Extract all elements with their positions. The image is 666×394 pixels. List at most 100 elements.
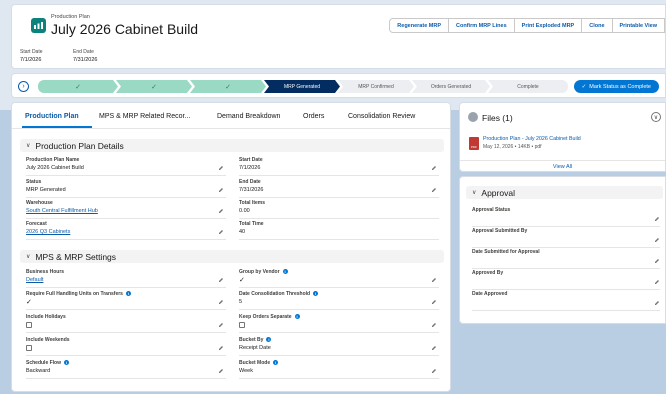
section-approval[interactable]: ∨ Approval <box>466 186 663 199</box>
view-all-link[interactable]: View All <box>460 160 665 170</box>
field-date-approved: Date Approved <box>472 291 660 311</box>
path-stage-mrp-confirmed[interactable]: MRP Confirmed <box>338 80 414 93</box>
files-title[interactable]: Files (1) <box>482 113 513 123</box>
forecast-link[interactable]: 2026 Q3 Cabinets <box>26 229 70 235</box>
edit-icon[interactable] <box>654 300 660 306</box>
edit-icon[interactable] <box>218 299 224 305</box>
edit-icon[interactable] <box>431 345 437 351</box>
tab-demand-breakdown[interactable]: Demand Breakdown <box>217 113 280 120</box>
highlight-label: End Date <box>73 49 94 55</box>
record-type-label: Production Plan <box>51 14 90 20</box>
edit-icon[interactable] <box>218 208 224 214</box>
tab-orders[interactable]: Orders <box>303 113 324 120</box>
edit-icon[interactable] <box>218 368 224 374</box>
clone-button[interactable]: Clone <box>581 18 613 33</box>
field-approved-by: Approved By <box>472 270 660 290</box>
edit-icon[interactable] <box>218 277 224 283</box>
tab-consolidation-review[interactable]: Consolidation Review <box>348 113 415 120</box>
chevron-down-icon: ∨ <box>26 254 31 260</box>
field-label: Date Submitted for Approval <box>472 249 540 255</box>
edit-icon[interactable] <box>431 368 437 374</box>
file-link[interactable]: Production Plan - July 2026 Cabinet Buil… <box>483 136 581 142</box>
field-forecast: Forecast 2026 Q3 Cabinets <box>26 220 226 240</box>
info-icon[interactable]: i <box>266 337 272 342</box>
path-stage-complete[interactable]: Complete <box>488 80 568 93</box>
file-meta: May 12, 2026 • 14KB • pdf <box>483 144 542 150</box>
approval-card: ∨ Approval Approval Status Approval Subm… <box>459 176 666 324</box>
print-exploded-mrp-button[interactable]: Print Exploded MRP <box>513 18 583 33</box>
field-label-wrap: Keep Orders Separate i <box>239 314 300 320</box>
chevron-down-icon[interactable]: ∨ <box>651 112 661 122</box>
info-icon[interactable]: i <box>273 360 279 365</box>
field-label: Total Items <box>239 200 266 206</box>
field-include-holidays: Include Holidays <box>26 313 226 333</box>
header-actions: Regenerate MRP Confirm MRP Lines Print E… <box>389 18 665 33</box>
edit-icon[interactable] <box>218 165 224 171</box>
edit-icon[interactable] <box>218 345 224 351</box>
main-content-card: Production Plan MPS & MRP Related Recor.… <box>11 102 451 392</box>
field-date-consolidation-threshold: Date Consolidation Threshold i 5 <box>239 290 439 310</box>
highlight-end-date: End Date 7/31/2026 <box>73 49 97 63</box>
chevron-down-icon: ∨ <box>472 190 477 196</box>
field-status: Status MRP Generated <box>26 178 226 198</box>
printable-view-button[interactable]: Printable View <box>611 18 665 33</box>
keep-orders-separate-checkbox[interactable] <box>239 322 245 328</box>
include-holidays-checkbox[interactable] <box>26 322 32 328</box>
field-label: Date Consolidation Threshold <box>239 291 311 297</box>
field-label: Approval Submitted By <box>472 228 528 234</box>
warehouse-link[interactable]: South Central Fulfillment Hub <box>26 208 98 214</box>
field-bucket-mode: Bucket Mode i Week <box>239 359 439 379</box>
field-total-time: Total Time 40 <box>239 220 439 240</box>
tab-mps-mrp-related[interactable]: MPS & MRP Related Recor... <box>99 113 190 120</box>
info-icon[interactable]: i <box>294 314 300 319</box>
edit-icon[interactable] <box>218 229 224 235</box>
regenerate-mrp-button[interactable]: Regenerate MRP <box>389 18 450 33</box>
section-production-plan-details[interactable]: ∨ Production Plan Details <box>20 139 444 152</box>
field-label-wrap: Require Full Handling Units on Transfers… <box>26 291 131 297</box>
field-label-wrap: Bucket Mode i <box>239 360 279 366</box>
confirm-mrp-lines-button[interactable]: Confirm MRP Lines <box>448 18 515 33</box>
business-hours-link[interactable]: Default <box>26 277 43 283</box>
section-mps-mrp-settings[interactable]: ∨ MPS & MRP Settings <box>20 250 444 263</box>
info-icon[interactable]: i <box>313 291 319 296</box>
info-icon[interactable]: i <box>64 360 70 365</box>
chevron-down-icon: ∨ <box>26 143 31 149</box>
field-start-date: Start Date 7/1/2026 <box>239 156 439 176</box>
edit-icon[interactable] <box>431 322 437 328</box>
field-approval-status: Approval Status <box>472 207 660 227</box>
field-bucket-by: Bucket By i Receipt Date <box>239 336 439 356</box>
edit-icon[interactable] <box>654 258 660 264</box>
field-value: 7/31/2026 <box>239 187 264 193</box>
page-title: July 2026 Cabinet Build <box>51 21 199 37</box>
edit-icon[interactable] <box>218 187 224 193</box>
path-stage-2[interactable]: ✓ <box>116 80 192 93</box>
info-icon[interactable]: i <box>125 291 131 296</box>
edit-icon[interactable] <box>431 277 437 283</box>
field-approval-submitted-by: Approval Submitted By <box>472 228 660 248</box>
include-weekends-checkbox[interactable] <box>26 345 32 351</box>
field-label: Total Time <box>239 221 264 227</box>
edit-icon[interactable] <box>431 299 437 305</box>
tab-production-plan[interactable]: Production Plan <box>25 113 79 120</box>
edit-icon[interactable] <box>654 216 660 222</box>
edit-icon[interactable] <box>431 187 437 193</box>
field-label: End Date <box>239 179 261 185</box>
field-label: Group by Vendor <box>239 269 280 275</box>
field-production-plan-name: Production Plan Name July 2026 Cabinet B… <box>26 156 226 176</box>
edit-icon[interactable] <box>654 279 660 285</box>
field-require-full-handling-units: Require Full Handling Units on Transfers… <box>26 290 226 310</box>
mark-status-complete-button[interactable]: ✓ Mark Status as Complete <box>573 80 659 93</box>
edit-icon[interactable] <box>218 322 224 328</box>
edit-icon[interactable] <box>654 237 660 243</box>
path-stage-1[interactable]: ✓ <box>38 80 118 93</box>
field-label: Forecast <box>26 221 47 227</box>
field-warehouse: Warehouse South Central Fulfillment Hub <box>26 199 226 219</box>
path-stage-3[interactable]: ✓ <box>190 80 266 93</box>
field-value: 0.00 <box>239 208 250 214</box>
path-stage-mrp-generated[interactable]: MRP Generated <box>264 80 340 93</box>
chevron-right-icon[interactable]: › <box>18 81 29 92</box>
info-icon[interactable]: i <box>282 269 288 274</box>
edit-icon[interactable] <box>431 165 437 171</box>
path-stage-orders-generated[interactable]: Orders Generated <box>412 80 490 93</box>
record-header: Production Plan July 2026 Cabinet Build … <box>11 4 666 69</box>
